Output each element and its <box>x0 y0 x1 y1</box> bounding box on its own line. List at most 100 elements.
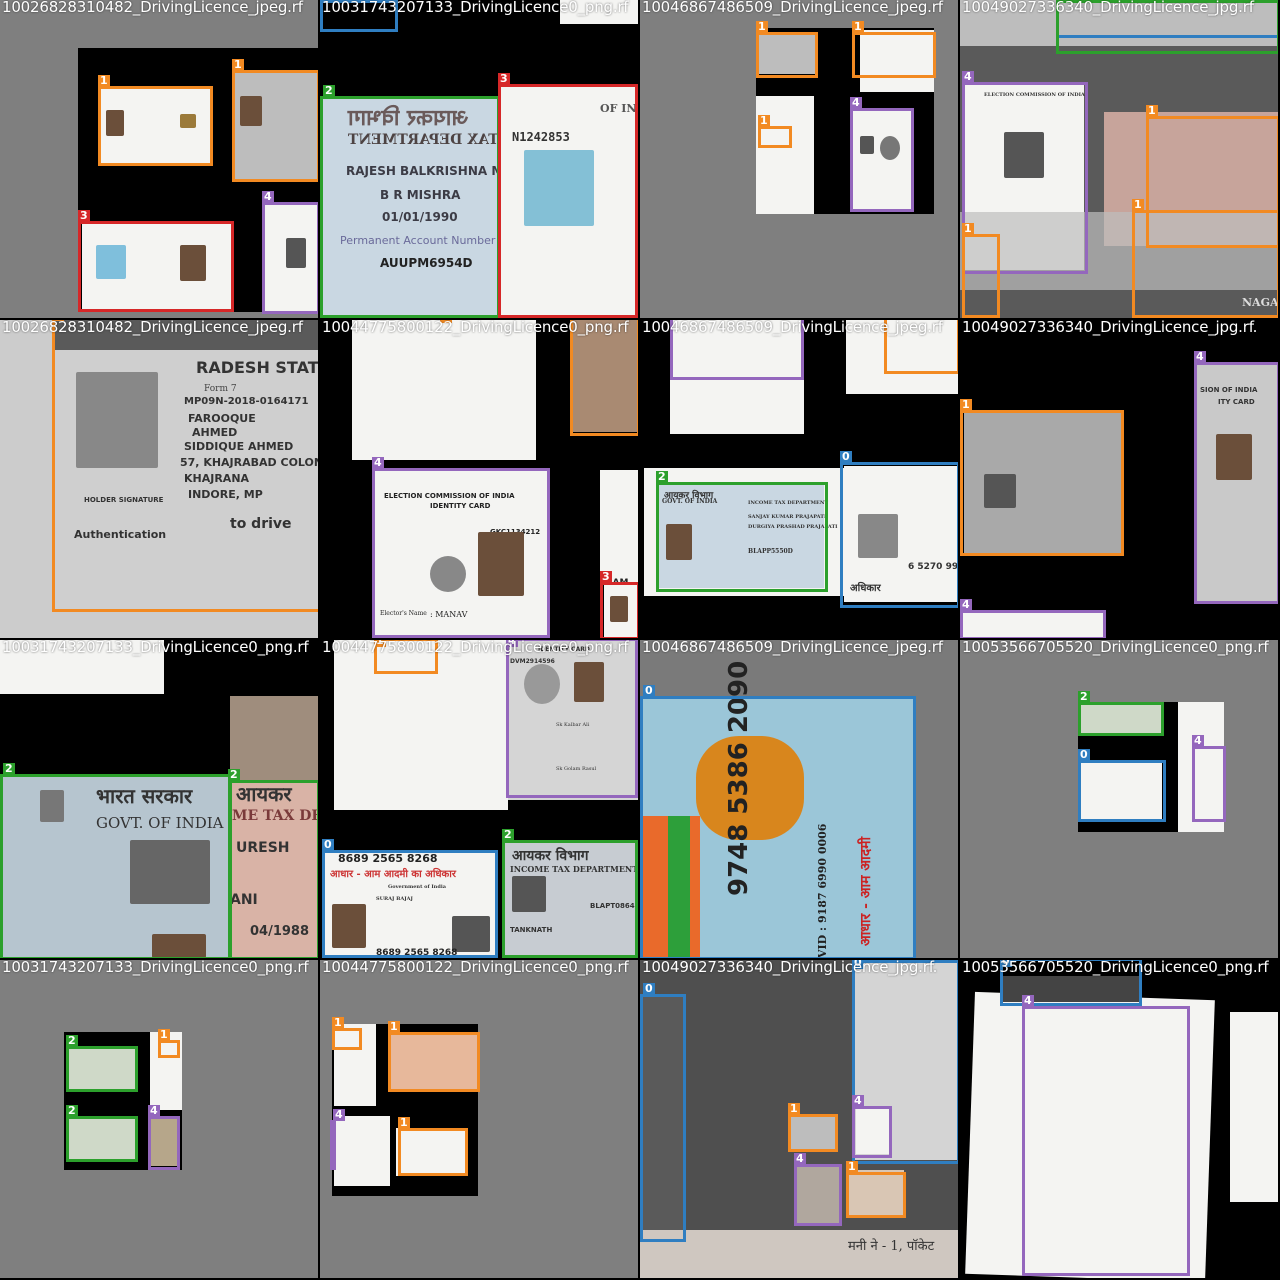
bbox-class-0: 0 <box>1078 749 1166 822</box>
bbox-class-1: 1 <box>758 115 792 148</box>
tile: 10053566705520_DrivingLicence0_png.rf 0 … <box>960 960 1278 1278</box>
bbox-class-4: 4 <box>148 1105 180 1170</box>
bbox-label: 3 <box>600 570 612 583</box>
bbox-label: 0 <box>643 684 655 697</box>
bbox-label: 2 <box>1078 690 1090 703</box>
bbox-class-1: 1 <box>158 1029 180 1058</box>
tile-filename: 10031743207133_DrivingLicence0_png.rf <box>2 640 309 656</box>
bbox-class-2: 2 <box>320 85 500 318</box>
bbox-label: 1 <box>758 114 770 127</box>
tile-filename: 10046867486509_DrivingLicence_jpeg.rf <box>642 0 943 16</box>
bbox-label: 2 <box>323 84 335 97</box>
bbox-label: 0 <box>322 838 334 851</box>
bbox-class-1: 1 <box>960 399 1124 556</box>
bbox-label: 0 <box>643 982 655 995</box>
tile: 10026828310482_DrivingLicence_jpeg.rf RA… <box>0 320 318 638</box>
bbox-class-4: 4 <box>262 191 318 314</box>
bbox-label: 2 <box>66 1104 78 1117</box>
tile: 10031743207133_DrivingLicence0_png.rf आय… <box>320 0 638 318</box>
bbox-class-2: 2 <box>66 1105 138 1162</box>
bbox-label: 4 <box>333 1108 345 1121</box>
bbox-class-1: 1 <box>570 320 638 436</box>
bbox-class-1: 1 <box>756 21 818 78</box>
bbox-label: 4 <box>1194 350 1206 363</box>
bbox-label: 4 <box>1192 734 1204 747</box>
bbox-label: 4 <box>262 190 274 203</box>
tile-filename: 10046867486509_DrivingLicence_jpeg.rf <box>642 640 943 656</box>
bbox-class-4: 4 <box>330 1109 345 1170</box>
bbox-label: 1 <box>960 398 972 411</box>
bbox-class-0: 0 <box>640 983 686 1242</box>
bbox-label: 3 <box>498 72 510 85</box>
tile: 10046867486509_DrivingLicence_jpeg.rf 1 … <box>640 0 958 318</box>
bbox-class-3: 3 <box>600 571 638 638</box>
bbox-label: 1 <box>158 1028 170 1041</box>
tile: 10026828310482_DrivingLicence_jpeg.rf 1 … <box>0 0 318 318</box>
bbox-class-3: 3 <box>498 73 638 318</box>
tile: 10049027336340_DrivingLicence_jpg.rf. मन… <box>640 960 958 1278</box>
bbox-class-1: 1 <box>846 1161 906 1218</box>
bbox-class-2: 2 <box>1078 691 1164 736</box>
bbox-label: 1 <box>852 20 864 33</box>
bbox-label: 4 <box>1022 994 1034 1007</box>
mosaic-grid: 10026828310482_DrivingLicence_jpeg.rf 1 … <box>0 0 1280 1280</box>
bbox-label: 1 <box>846 1160 858 1173</box>
bbox-label: 4 <box>850 96 862 109</box>
bbox-class-2: 2 <box>66 1035 138 1092</box>
tile: 10046867486509_DrivingLicence_jpeg.rf 97… <box>640 640 958 958</box>
tile-filename: 10031743207133_DrivingLicence0_png.rf <box>322 0 629 16</box>
tile-filename: 10026828310482_DrivingLicence_jpeg.rf <box>2 0 303 16</box>
bbox-class-4: 4 <box>1192 735 1226 822</box>
tile-filename: 10053566705520_DrivingLicence0_png.rf <box>962 640 1269 656</box>
tile-filename: 10044775800122_DrivingLicence0_png.rf <box>322 960 629 976</box>
bbox-class-1: 1 <box>232 59 318 182</box>
bbox-class-1: 1 <box>852 21 936 78</box>
tile: 10044775800122_DrivingLicence0_png.rf ID… <box>320 640 638 958</box>
tile-filename: 10044775800122_DrivingLicence0_png.rf <box>322 640 629 656</box>
bbox-label: 4 <box>960 598 972 611</box>
bbox-class-0: 0 <box>640 685 916 958</box>
bbox-label: 1 <box>1146 104 1158 117</box>
bbox-label: 4 <box>962 70 974 83</box>
bbox-label: 0 <box>840 450 852 463</box>
bbox-class-2: 2 <box>656 471 828 592</box>
bbox-label: 1 <box>1132 198 1144 211</box>
bbox-label: 4 <box>148 1104 160 1117</box>
bbox-label: 1 <box>788 1102 800 1115</box>
bbox-class-1: 1 <box>98 75 213 166</box>
tile-filename: 10053566705520_DrivingLicence0_png.rf <box>962 960 1269 976</box>
bbox-class-1: 1 <box>52 320 318 612</box>
bbox-class-4: 4 <box>794 1153 842 1226</box>
bbox-class-1: 1 <box>962 223 1000 318</box>
bbox-label: 1 <box>398 1116 410 1129</box>
bbox-label: 4 <box>794 1152 806 1165</box>
tile: 10049027336340_DrivingLicence_jpg.rf. SI… <box>960 320 1278 638</box>
bbox-class-2: 2 <box>502 829 638 958</box>
bbox-label: 2 <box>228 768 240 781</box>
bbox-class-3: 3 <box>78 210 234 312</box>
card-text: मनी ने - 1, पॉकेट <box>848 1239 935 1254</box>
bbox-label: 4 <box>372 456 384 469</box>
tile: 10044775800122_DrivingLicence0_png.rf EL… <box>320 320 638 638</box>
tile-filename: 10044775800122_DrivingLicence0_png.rf <box>322 320 629 336</box>
bbox-label: 1 <box>332 1016 344 1029</box>
bbox-class-1: 1 <box>388 1021 480 1092</box>
tile: 10053566705520_DrivingLicence0_png.rf 2 … <box>960 640 1278 958</box>
bbox-class-4: 4 <box>1194 351 1278 604</box>
bbox-class-4: 4 <box>852 1095 892 1158</box>
tile-filename: 10049027336340_DrivingLicence_jpg.rf. <box>962 320 1258 336</box>
tile-filename: 10049027336340_DrivingLicence_jpg.rf <box>962 0 1254 16</box>
bbox-label: 2 <box>656 470 668 483</box>
bbox-class-4: 4 <box>506 640 638 798</box>
tile-filename: 10046867486509_DrivingLicence_jpeg.rf <box>642 320 943 336</box>
bbox-class-0: 0 <box>322 839 498 958</box>
bbox-class-4: 4 <box>850 97 914 212</box>
tile-filename: 10031743207133_DrivingLicence0_png.rf <box>2 960 309 976</box>
tile: 10031743207133_DrivingLicence0_png.rf भा… <box>0 640 318 958</box>
bbox-label: 1 <box>98 74 110 87</box>
tile: 10049027336340_DrivingLicence_jpg.rf ELE… <box>960 0 1278 318</box>
tile: 10046867486509_DrivingLicence_jpeg.rf आय… <box>640 320 958 638</box>
bbox-class-4: 4 <box>1022 995 1190 1276</box>
tile: 10044775800122_DrivingLicence0_png.rf 1 … <box>320 960 638 1278</box>
bbox-label: 0 <box>1078 748 1090 761</box>
